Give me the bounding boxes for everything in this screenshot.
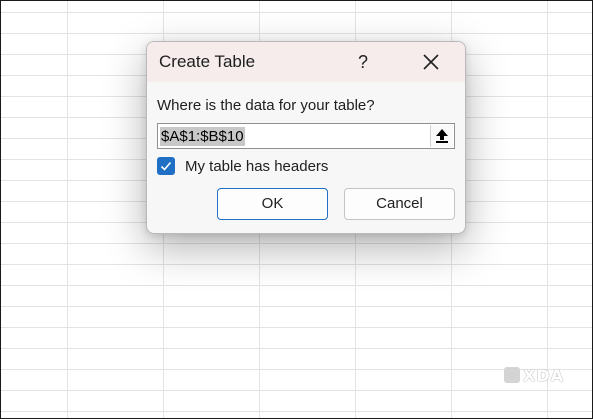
dialog-titlebar: Create Table ? [147, 42, 465, 82]
cancel-button[interactable]: Cancel [344, 188, 455, 220]
xda-watermark: XDA [504, 365, 564, 385]
range-input-value: $A$1:$B$10 [160, 127, 245, 146]
xda-logo-icon [504, 367, 520, 383]
collapse-dialog-button[interactable] [430, 125, 453, 147]
range-prompt-label: Where is the data for your table? [157, 97, 375, 114]
headers-checkbox[interactable] [157, 157, 175, 175]
ok-button[interactable]: OK [217, 188, 328, 220]
help-button[interactable]: ? [349, 47, 377, 77]
upload-arrow-icon [431, 128, 453, 144]
range-input[interactable]: $A$1:$B$10 [157, 123, 455, 149]
headers-checkbox-label[interactable]: My table has headers [185, 158, 328, 175]
dialog-title: Create Table [159, 52, 256, 71]
close-icon [416, 47, 446, 77]
checkmark-icon [157, 160, 175, 172]
watermark-text: XDA [523, 365, 564, 385]
close-button[interactable] [416, 47, 446, 77]
create-table-dialog: Create Table ? Where is the data for you… [146, 41, 466, 234]
